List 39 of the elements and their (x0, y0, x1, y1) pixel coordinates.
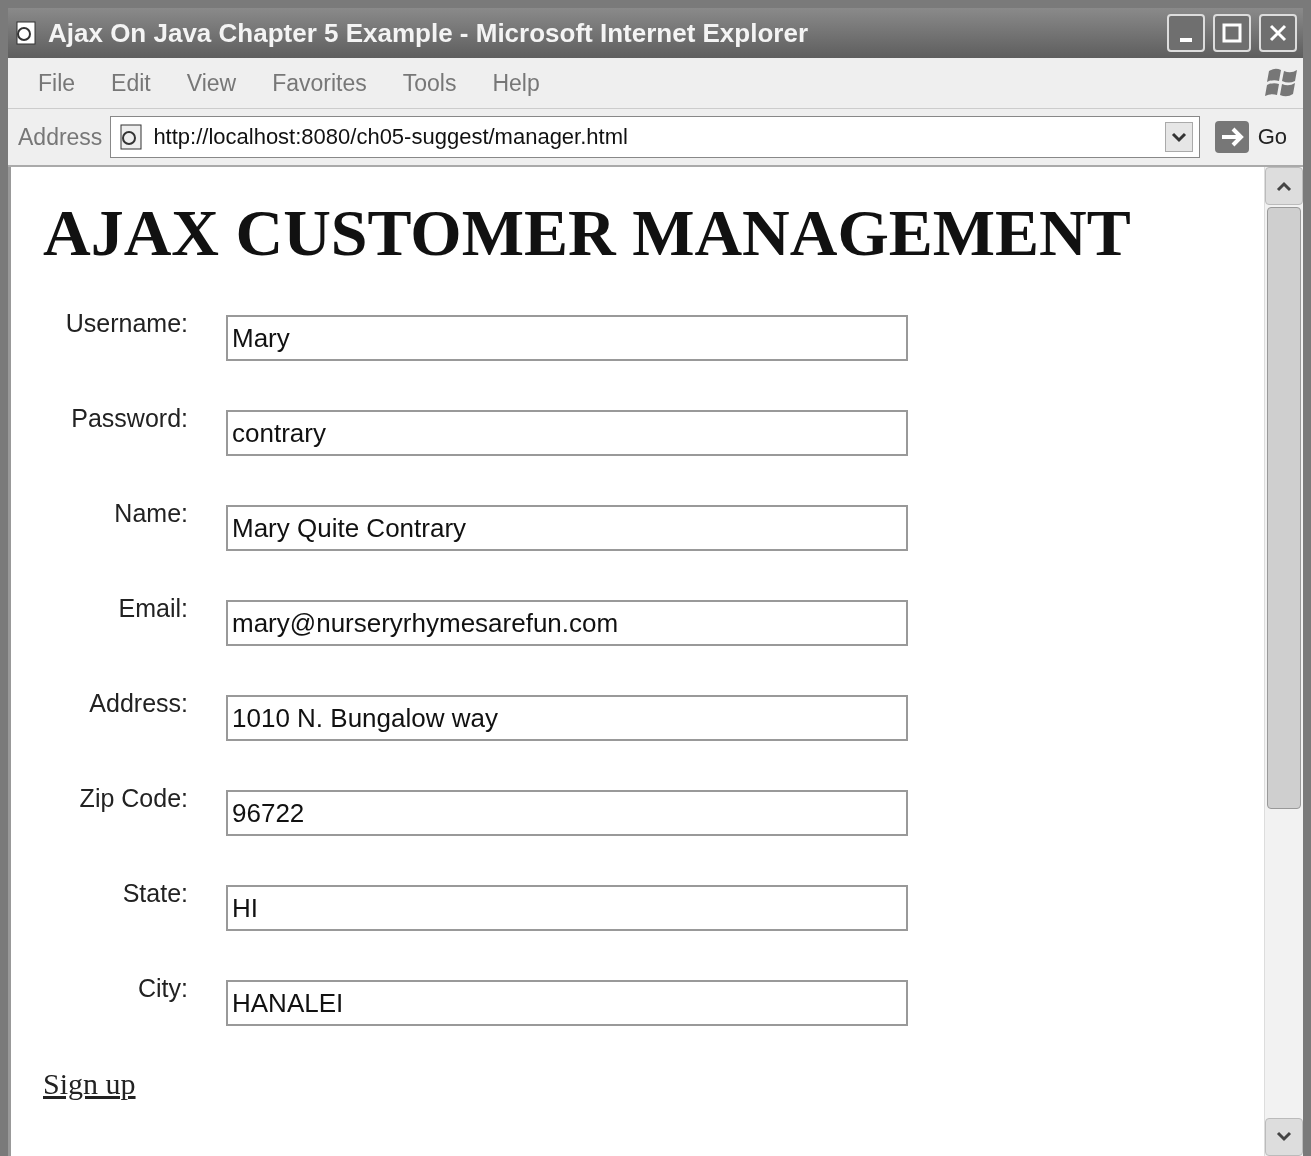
minimize-icon (1180, 38, 1192, 42)
address-field[interactable]: http://localhost:8080/ch05-suggest/manager.html (110, 116, 1200, 158)
menu-item[interactable]: Favorites (254, 69, 385, 97)
input-field[interactable]: mary@nurseryrhymesarefun.com (226, 600, 908, 646)
menu-item[interactable]: File (20, 69, 94, 97)
field-label: Username: (64, 308, 188, 338)
menu-item[interactable]: View (168, 69, 255, 97)
close-icon (1268, 23, 1288, 43)
input-field[interactable]: Mary Quite Contrary (226, 505, 908, 551)
maximize-button[interactable] (1213, 14, 1251, 52)
input-field[interactable]: HI (226, 885, 908, 931)
window-title: Ajax On Java Chapter 5 Example - Microsoft Internet Explorer (48, 17, 809, 49)
close-button[interactable] (1259, 14, 1297, 52)
field-label: Name: (113, 498, 188, 528)
url-text: http://localhost:8080/ch05-suggest/manager.html (153, 124, 629, 150)
field-label: Zip Code: (78, 783, 188, 813)
menu-item[interactable]: Help (474, 69, 558, 97)
field-label: State: (121, 878, 188, 908)
input-field[interactable]: contrary (226, 410, 908, 456)
field-label: Address: (88, 688, 188, 718)
scroll-down-icon[interactable] (1275, 1131, 1293, 1143)
field-label: Password: (70, 403, 188, 433)
field-label: City: (137, 973, 188, 1003)
maximize-icon (1222, 23, 1242, 43)
menu-item[interactable]: Tools (384, 69, 475, 97)
input-field[interactable]: 1010 N. Bungalow way (226, 695, 908, 741)
input-field[interactable]: HANALEI (226, 980, 908, 1026)
sign-up-link[interactable]: Sign up (43, 1067, 136, 1101)
dropdown-icon[interactable] (1164, 122, 1193, 152)
input-field[interactable]: 96722 (226, 790, 908, 836)
input-field[interactable]: Mary (226, 315, 908, 361)
scroll-up-icon[interactable] (1275, 180, 1293, 192)
field-label: Email: (117, 593, 188, 623)
address-label: Address (18, 123, 103, 151)
minimize-button[interactable] (1167, 14, 1205, 52)
page-heading: AJAX CUSTOMER MANAGEMENT (43, 195, 1132, 271)
go-button[interactable]: Go (1207, 120, 1293, 154)
menu-item[interactable]: Edit (93, 69, 169, 97)
scrollbar[interactable] (1264, 167, 1303, 1156)
